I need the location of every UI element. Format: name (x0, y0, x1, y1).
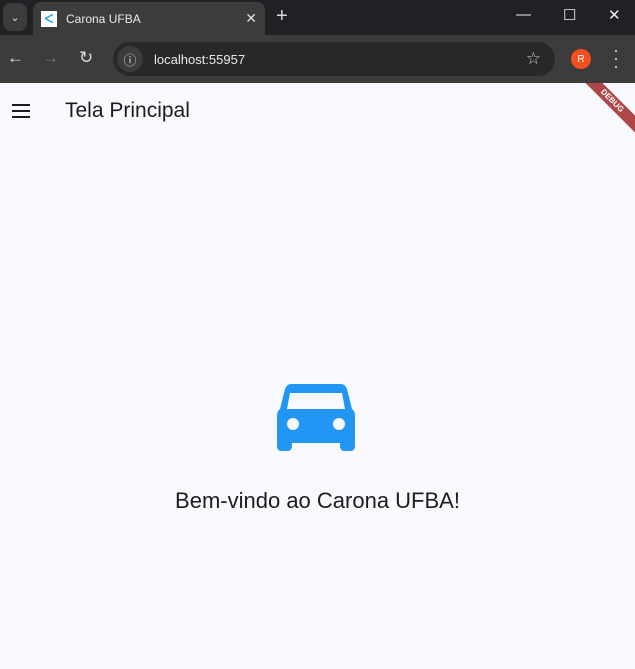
welcome-text: Bem-vindo ao Carona UFBA! (175, 488, 460, 513)
site-info-icon[interactable]: ⓘ (117, 46, 143, 72)
tab-title: Carona UFBA (66, 11, 141, 26)
tab-close-icon[interactable]: ✕ (245, 10, 257, 27)
minimize-button[interactable]: — (516, 6, 531, 23)
flutter-favicon-icon: ᐸ (41, 10, 57, 27)
profile-avatar[interactable]: R (571, 49, 591, 69)
debug-banner: DEBUG (575, 83, 635, 143)
car-icon (277, 384, 355, 451)
app-bar: Tela Principal (0, 83, 635, 139)
back-button[interactable]: ← (7, 48, 24, 68)
page-title: Tela Principal (65, 99, 190, 122)
debug-banner-label: DEBUG (575, 83, 635, 138)
close-window-button[interactable]: ✕ (608, 6, 621, 24)
drawer-menu-icon[interactable] (12, 104, 30, 118)
maximize-button[interactable]: ☐ (563, 6, 576, 24)
new-tab-button[interactable]: + (276, 5, 288, 28)
tab-active[interactable]: ᐸ Carona UFBA ✕ (33, 2, 265, 35)
address-bar[interactable]: ⓘ localhost:55957 ☆ (113, 42, 555, 76)
forward-button[interactable]: → (42, 48, 59, 68)
tab-search-button[interactable]: ⌄ (3, 3, 27, 31)
browser-toolbar: ← → ↻ ⓘ localhost:55957 ☆ R · · · (0, 35, 635, 83)
url-text[interactable]: localhost:55957 (154, 52, 526, 67)
tab-strip: ⌄ ᐸ Carona UFBA ✕ + — ☐ ✕ (0, 0, 635, 35)
reload-button[interactable]: ↻ (79, 48, 93, 68)
bookmark-star-icon[interactable]: ☆ (526, 49, 541, 69)
browser-menu-icon[interactable]: · · · (612, 41, 620, 75)
